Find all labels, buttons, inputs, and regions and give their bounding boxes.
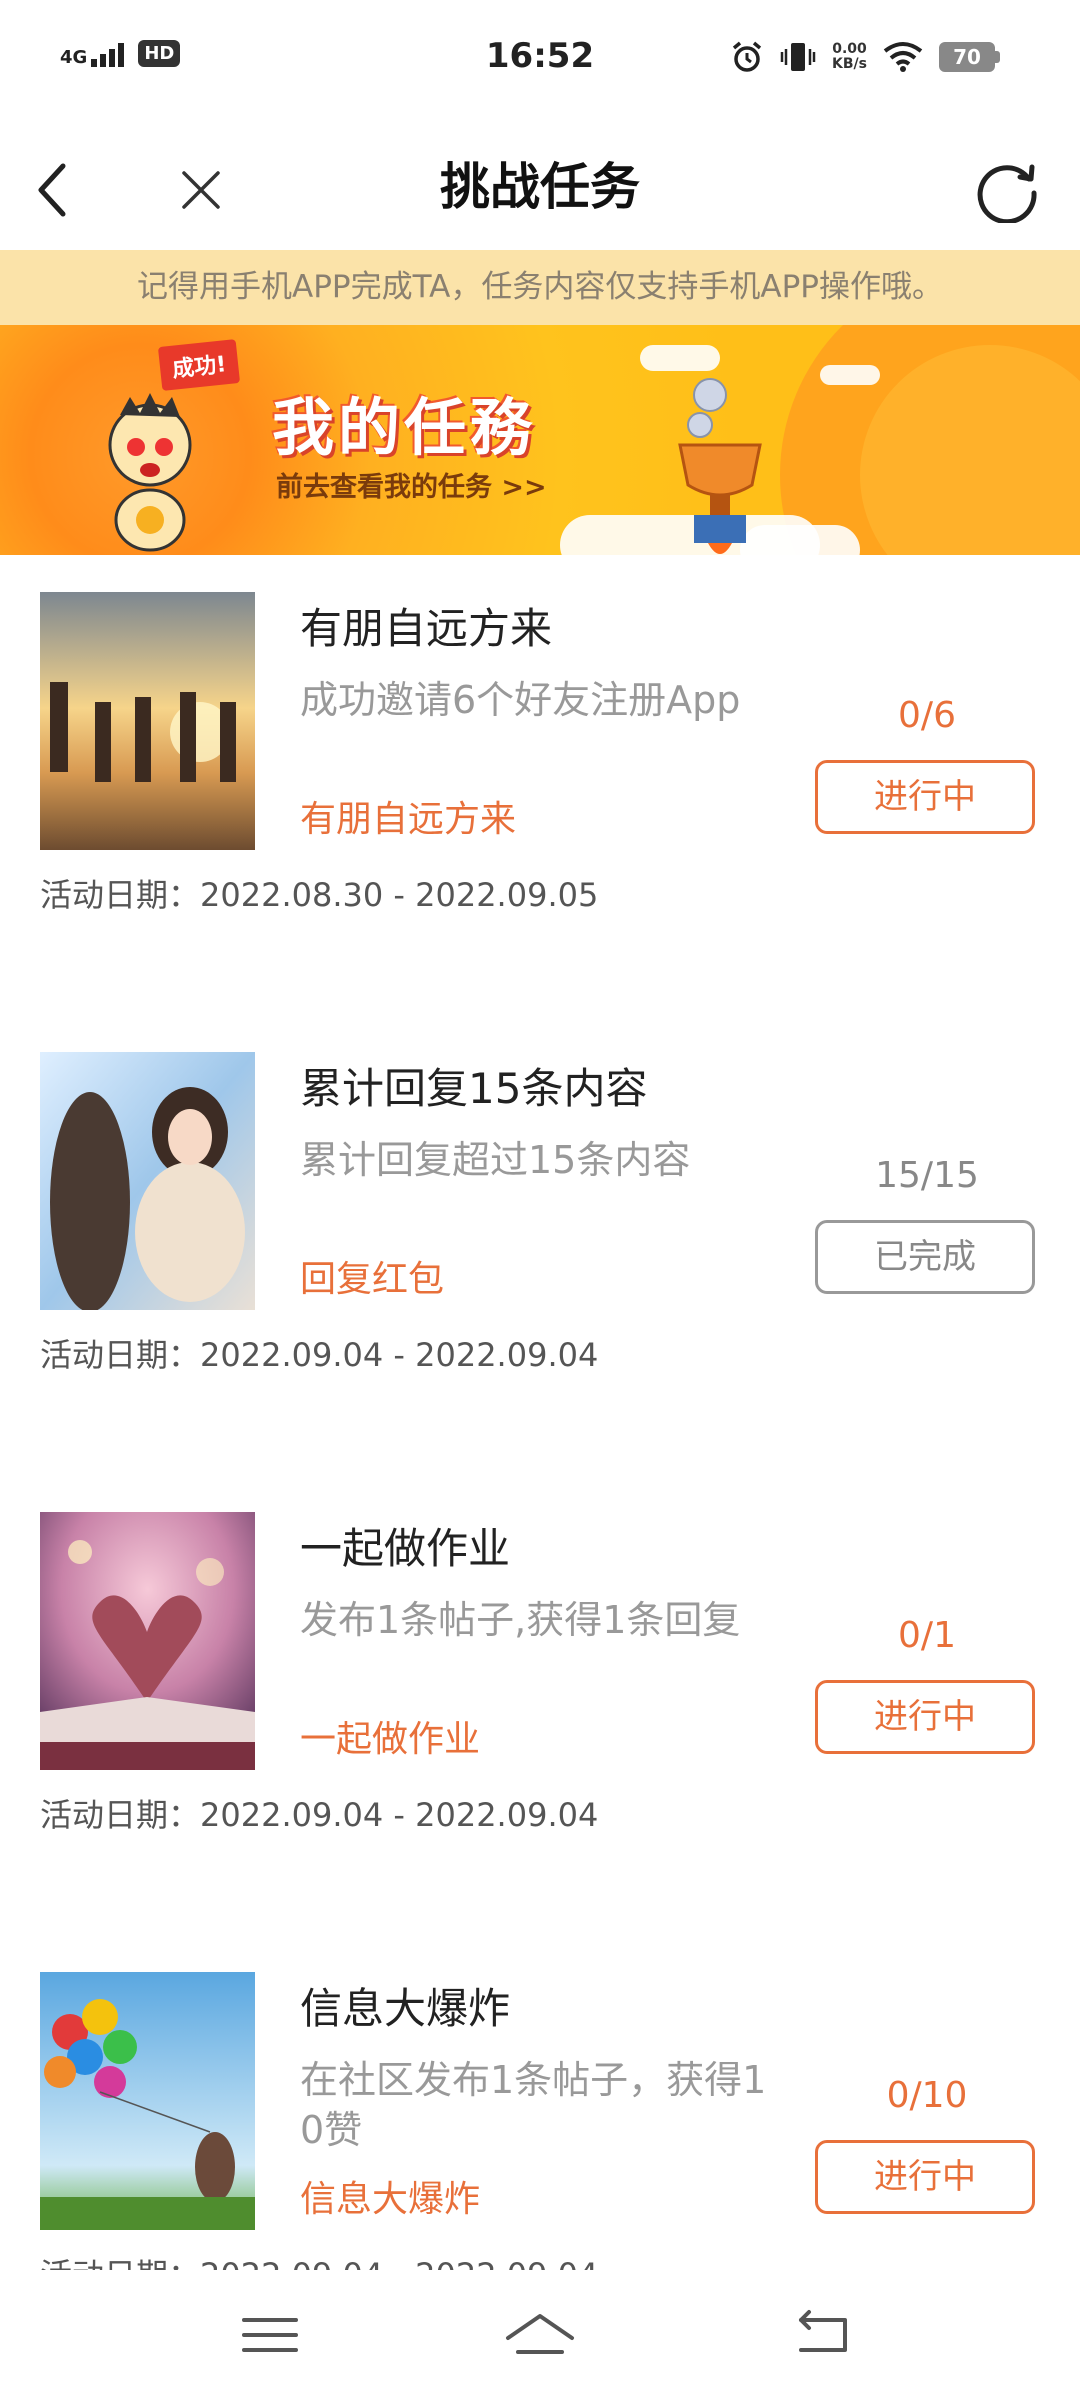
vibrate-icon — [780, 43, 816, 71]
task-thumbnail — [40, 1512, 255, 1770]
status-right: 0.00 KB/s 70 — [730, 40, 1000, 74]
task-status-button[interactable]: 进行中 — [815, 760, 1035, 834]
status-bar: 4G HD 16:52 0.00 KB/s 70 — [0, 0, 1080, 125]
success-flag: 成功! — [157, 339, 241, 391]
task-progress: 0/6 — [898, 695, 956, 736]
task-date: 活动日期：2022.09.04 - 2022.09.04 — [40, 2250, 598, 2270]
task-tag: 信息大爆炸 — [300, 2179, 481, 2220]
task-tag: 回复红包 — [300, 1259, 445, 1300]
my-tasks-banner[interactable]: 成功! 我的任務 前去查看我的任务 >> — [0, 325, 1080, 555]
task-title: 有朋自远方来 — [300, 604, 553, 653]
task-progress: 0/1 — [898, 1615, 956, 1656]
mascot-illustration — [108, 393, 192, 552]
task-description: 累计回复超过15条内容 — [300, 1138, 691, 1182]
banner-link[interactable]: 前去查看我的任务 >> — [276, 465, 547, 504]
task-tag: 有朋自远方来 — [300, 799, 517, 840]
task-status-button[interactable]: 已完成 — [815, 1220, 1035, 1294]
battery-level: 70 — [939, 42, 995, 72]
home-icon — [506, 2314, 574, 2354]
notice-banner: 记得用手机APP完成TA，任务内容仅支持手机APP操作哦。 — [0, 250, 1080, 325]
refresh-button[interactable] — [972, 155, 1042, 225]
task-status-button[interactable]: 进行中 — [815, 1680, 1035, 1754]
task-card[interactable]: 累计回复15条内容 累计回复超过15条内容 回复红包 15/15 已完成 活动日… — [0, 1015, 1080, 1477]
task-thumbnail — [40, 592, 255, 850]
battery-icon: 70 — [939, 42, 1000, 72]
nav-bar: 挑战任务 — [0, 125, 1080, 250]
system-nav-bar — [0, 2270, 1080, 2400]
task-description: 在社区发布1条帖子，获得10赞 — [300, 2058, 767, 2152]
alarm-icon — [732, 41, 762, 72]
task-title: 一起做作业 — [300, 1524, 511, 1573]
banner-title: 我的任務 — [272, 391, 537, 464]
task-card[interactable]: 有朋自远方来 成功邀请6个好友注册App 有朋自远方来 0/6 进行中 活动日期… — [0, 555, 1080, 1017]
task-thumbnail — [40, 1052, 255, 1310]
net-speed: 0.00 KB/s — [832, 42, 867, 72]
task-date: 活动日期：2022.09.04 - 2022.09.04 — [40, 1796, 599, 1834]
task-card[interactable]: 一起做作业 发布1条帖子,获得1条回复 一起做作业 0/1 进行中 活动日期：2… — [0, 1475, 1080, 1937]
task-title: 累计回复15条内容 — [300, 1064, 648, 1113]
task-tag: 一起做作业 — [300, 1719, 481, 1760]
task-title: 信息大爆炸 — [300, 1984, 511, 2033]
task-date: 活动日期：2022.09.04 - 2022.09.04 — [40, 1336, 599, 1374]
trophy-icon — [678, 378, 762, 554]
net-speed-unit: KB/s — [832, 56, 867, 72]
task-progress: 0/10 — [886, 2075, 968, 2116]
menu-icon — [242, 2318, 298, 2352]
net-speed-value: 0.00 — [832, 41, 867, 57]
task-description: 发布1条帖子,获得1条回复 — [300, 1598, 741, 1642]
menu-button[interactable] — [230, 2300, 310, 2370]
refresh-icon — [977, 164, 1037, 223]
page-title: 挑战任务 — [440, 158, 640, 216]
task-status-button[interactable]: 进行中 — [815, 2140, 1035, 2214]
wifi-icon — [883, 42, 923, 72]
home-button[interactable] — [500, 2300, 580, 2370]
task-description: 成功邀请6个好友注册App — [300, 678, 741, 722]
task-card[interactable]: 信息大爆炸 在社区发布1条帖子，获得10赞 信息大爆炸 0/10 进行中 活动日… — [0, 1935, 1080, 2270]
task-date: 活动日期：2022.08.30 - 2022.09.05 — [40, 876, 599, 914]
system-back-button[interactable] — [785, 2300, 865, 2370]
task-progress: 15/15 — [875, 1155, 979, 1196]
return-icon — [799, 2310, 847, 2352]
task-thumbnail — [40, 1972, 255, 2230]
